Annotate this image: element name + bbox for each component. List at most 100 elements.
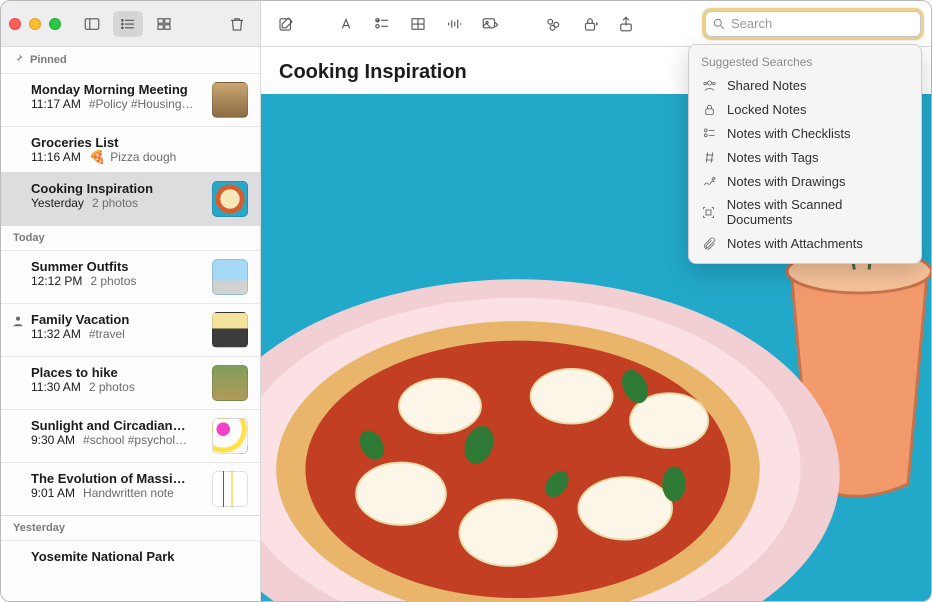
note-item-title: Cooking Inspiration [31,181,202,196]
note-body: The Evolution of Massi…9:01 AMHandwritte… [31,471,202,507]
note-list-item[interactable]: Family Vacation11:32 AM#travel [1,303,260,356]
note-item-subtitle: 9:01 AMHandwritten note [31,486,202,500]
search-suggestion-item[interactable]: Locked Notes [689,97,921,121]
note-item-subtitle: 11:16 AM🍕Pizza dough [31,150,248,164]
share-note-button[interactable] [611,11,641,37]
link-note-button[interactable] [539,11,569,37]
locked-icon [701,101,717,117]
section-pinned-header: Pinned [1,47,260,73]
section-today-header: Today [1,225,260,250]
note-item-subtitle: 12:12 PM2 photos [31,274,202,288]
search-suggestion-label: Notes with Tags [727,150,819,165]
shared-icon [701,77,717,93]
note-item-thumbnail [212,259,248,295]
note-item-thumbnail [212,82,248,118]
toolbar-left [1,1,261,46]
note-item-thumbnail [212,471,248,507]
note-item-title: Yosemite National Park [31,549,248,564]
note-list-item[interactable]: Monday Morning Meeting11:17 AM#Policy #H… [1,73,260,126]
note-list-item[interactable]: The Evolution of Massi…9:01 AMHandwritte… [1,462,260,515]
search-suggestion-label: Notes with Attachments [727,236,863,251]
note-item-title: Groceries List [31,135,248,150]
note-body: Places to hike11:30 AM 2 photos [31,365,202,401]
window-controls [9,18,61,30]
section-pinned-label: Pinned [30,54,67,66]
section-yesterday-header: Yesterday [1,515,260,540]
note-item-subtitle: 9:30 AM #school #psychol… [31,433,202,447]
note-list-item[interactable]: Groceries List11:16 AM🍕Pizza dough [1,126,260,172]
note-item-subtitle: 11:17 AM #Policy #Housing… [31,97,202,111]
note-item-title: Summer Outfits [31,259,202,274]
maximize-window-button[interactable] [49,18,61,30]
note-item-thumbnail [212,365,248,401]
search-suggestion-item[interactable]: Notes with Drawings [689,169,921,193]
note-item-detail: #Policy #Housing… [89,97,194,111]
note-body: Sunlight and Circadian…9:30 AM #school #p… [31,418,202,454]
gallery-view-button[interactable] [149,11,179,37]
note-body: Yosemite National Park [31,549,248,564]
section-today-label: Today [13,232,45,244]
lock-note-button[interactable] [575,11,605,37]
note-item-title: Places to hike [31,365,202,380]
search-input[interactable] [731,16,914,31]
note-item-detail: #school #psychol… [83,433,187,447]
app-window: Pinned Monday Morning Meeting11:17 AM#Po… [0,0,932,602]
section-yesterday-label: Yesterday [13,522,65,534]
note-item-title: Family Vacation [31,312,202,327]
note-item-time: 11:17 AM [31,97,81,111]
toolbar-right [261,1,931,46]
search-field[interactable] [705,11,921,37]
toggle-sidebar-button[interactable] [77,11,107,37]
pizza-icon: 🍕 [89,150,106,164]
note-item-time: Yesterday [31,196,84,210]
drawing-icon [701,173,717,189]
note-item-detail: 2 photos [89,380,135,394]
note-list-item[interactable]: Yosemite National Park [1,540,260,572]
search-suggestion-item[interactable]: Notes with Attachments [689,231,921,255]
note-item-thumbnail [212,181,248,217]
notes-sidebar[interactable]: Pinned Monday Morning Meeting11:17 AM#Po… [1,47,261,601]
checklist-button[interactable] [367,11,397,37]
note-item-detail: 2 photos [92,196,138,210]
search-suggestion-item[interactable]: Notes with Tags [689,145,921,169]
minimize-window-button[interactable] [29,18,41,30]
search-icon [712,17,726,31]
note-item-time: 11:30 AM [31,380,81,394]
note-list-item[interactable]: Sunlight and Circadian…9:30 AM #school #p… [1,409,260,462]
audio-button[interactable] [439,11,469,37]
search-suggestion-item[interactable]: Notes with Scanned Documents [689,193,921,231]
note-body: Cooking InspirationYesterday 2 photos [31,181,202,217]
search-suggestion-label: Locked Notes [727,102,807,117]
search-suggestion-item[interactable]: Notes with Checklists [689,121,921,145]
note-list-item[interactable]: Cooking InspirationYesterday 2 photos [1,172,260,225]
note-item-detail: Pizza dough [110,150,176,164]
search-suggestions-panel: Suggested Searches Shared Notes Locked No… [688,44,922,264]
note-item-title: The Evolution of Massi… [31,471,202,486]
note-item-subtitle: Yesterday 2 photos [31,196,202,210]
delete-note-button[interactable] [222,11,252,37]
note-item-time: 9:30 AM [31,433,75,447]
new-note-button[interactable] [271,11,301,37]
attach-icon [701,235,717,251]
toolbar [1,1,931,47]
note-item-time: 9:01 AM [31,486,75,500]
search-suggestion-label: Shared Notes [727,78,807,93]
search-wrap [705,11,921,37]
scan-icon [701,204,717,220]
note-list-item[interactable]: Summer Outfits12:12 PM2 photos [1,250,260,303]
note-item-subtitle: 11:30 AM 2 photos [31,380,202,394]
table-button[interactable] [403,11,433,37]
note-list-item[interactable]: Places to hike11:30 AM 2 photos [1,356,260,409]
list-view-button[interactable] [113,11,143,37]
note-item-detail: 2 photos [90,274,136,288]
format-text-button[interactable] [331,11,361,37]
search-suggestion-item[interactable]: Shared Notes [689,73,921,97]
note-body: Groceries List11:16 AM🍕Pizza dough [31,135,248,164]
tag-icon [701,149,717,165]
close-window-button[interactable] [9,18,21,30]
search-suggestions-heading: Suggested Searches [689,51,921,73]
insert-media-button[interactable] [475,11,505,37]
note-item-title: Sunlight and Circadian… [31,418,202,433]
checklist-icon [701,125,717,141]
shared-icon [11,314,25,328]
